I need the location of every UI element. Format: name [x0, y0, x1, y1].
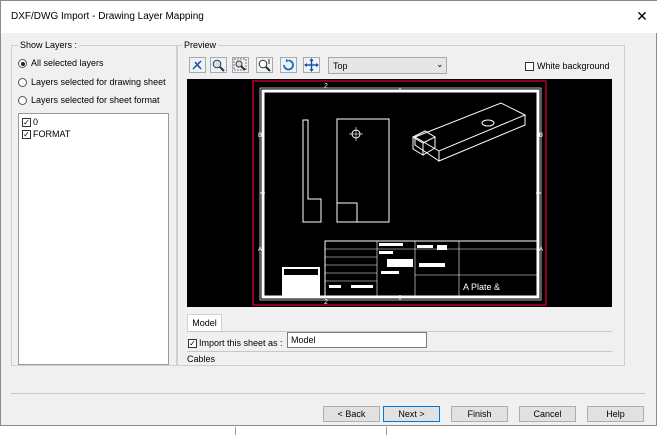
layer-list[interactable]: ✓ 0 ✓ FORMAT [18, 113, 169, 365]
layer-mapping-dialog: DXF/DWG Import - Drawing Layer Mapping ✕… [0, 0, 658, 426]
import-sheet-name-input[interactable]: Model [287, 332, 427, 348]
radio-all-selected-layers[interactable] [18, 59, 27, 68]
white-background-checkbox[interactable] [525, 62, 534, 71]
next-button[interactable]: Next > [383, 406, 440, 422]
chevron-down-icon: ⌄ [436, 59, 444, 69]
button-bar-divider [11, 393, 645, 394]
rotate-icon[interactable] [280, 57, 297, 73]
zoom-in-out-icon[interactable] [256, 57, 273, 73]
radio-label: All selected layers [31, 58, 104, 68]
white-background-label: White background [537, 61, 610, 71]
cancel-button[interactable]: Cancel [519, 406, 576, 422]
drawing-preview[interactable]: 2 2 B A B A A Plate & [187, 79, 612, 307]
import-sheet-label: Import this sheet as : [199, 338, 283, 348]
status-text: Cables [187, 354, 216, 364]
layer-name: 0 [33, 117, 39, 127]
finish-button[interactable]: Finish [451, 406, 508, 422]
pan-icon[interactable] [303, 57, 320, 73]
tab-model[interactable]: Model [187, 314, 222, 331]
close-icon[interactable]: ✕ [634, 7, 650, 25]
zone-label-left-upper: B [258, 133, 262, 139]
title-block-text: A Plate & [463, 282, 500, 292]
zone-label-right-upper: B [539, 133, 543, 139]
window-title: DXF/DWG Import - Drawing Layer Mapping [11, 11, 204, 22]
help-button[interactable]: Help [587, 406, 644, 422]
layer-name: FORMAT [33, 129, 71, 139]
title-bar: DXF/DWG Import - Drawing Layer Mapping ✕ [1, 1, 658, 33]
zone-label-top: 2 [324, 83, 328, 90]
layer-checkbox-0[interactable]: ✓ [22, 118, 31, 127]
zone-label-right-lower: A [539, 247, 543, 253]
preview-label: Preview [182, 40, 219, 50]
zone-label-bottom: 2 [324, 299, 328, 306]
layer-checkbox-format[interactable]: ✓ [22, 130, 31, 139]
zoom-to-fit-icon[interactable] [210, 57, 227, 73]
radio-drawing-sheet-layers[interactable] [18, 78, 27, 87]
drawing-preview-canvas: 2 2 B A B A A Plate & [252, 80, 547, 306]
redraw-icon[interactable] [189, 57, 206, 73]
status-divider [187, 351, 612, 352]
show-layers-label: Show Layers : [18, 40, 80, 50]
back-button[interactable]: < Back [323, 406, 380, 422]
radio-label: Layers selected for drawing sheet [31, 77, 166, 87]
radio-label: Layers selected for sheet format [31, 95, 160, 105]
view-select-value: Top [333, 61, 348, 71]
zone-label-left-lower: A [258, 247, 262, 253]
zoom-to-area-icon[interactable] [232, 57, 249, 73]
view-select[interactable]: Top ⌄ [328, 57, 447, 74]
import-sheet-checkbox[interactable]: ✓ [188, 339, 197, 348]
radio-sheet-format-layers[interactable] [18, 96, 27, 105]
